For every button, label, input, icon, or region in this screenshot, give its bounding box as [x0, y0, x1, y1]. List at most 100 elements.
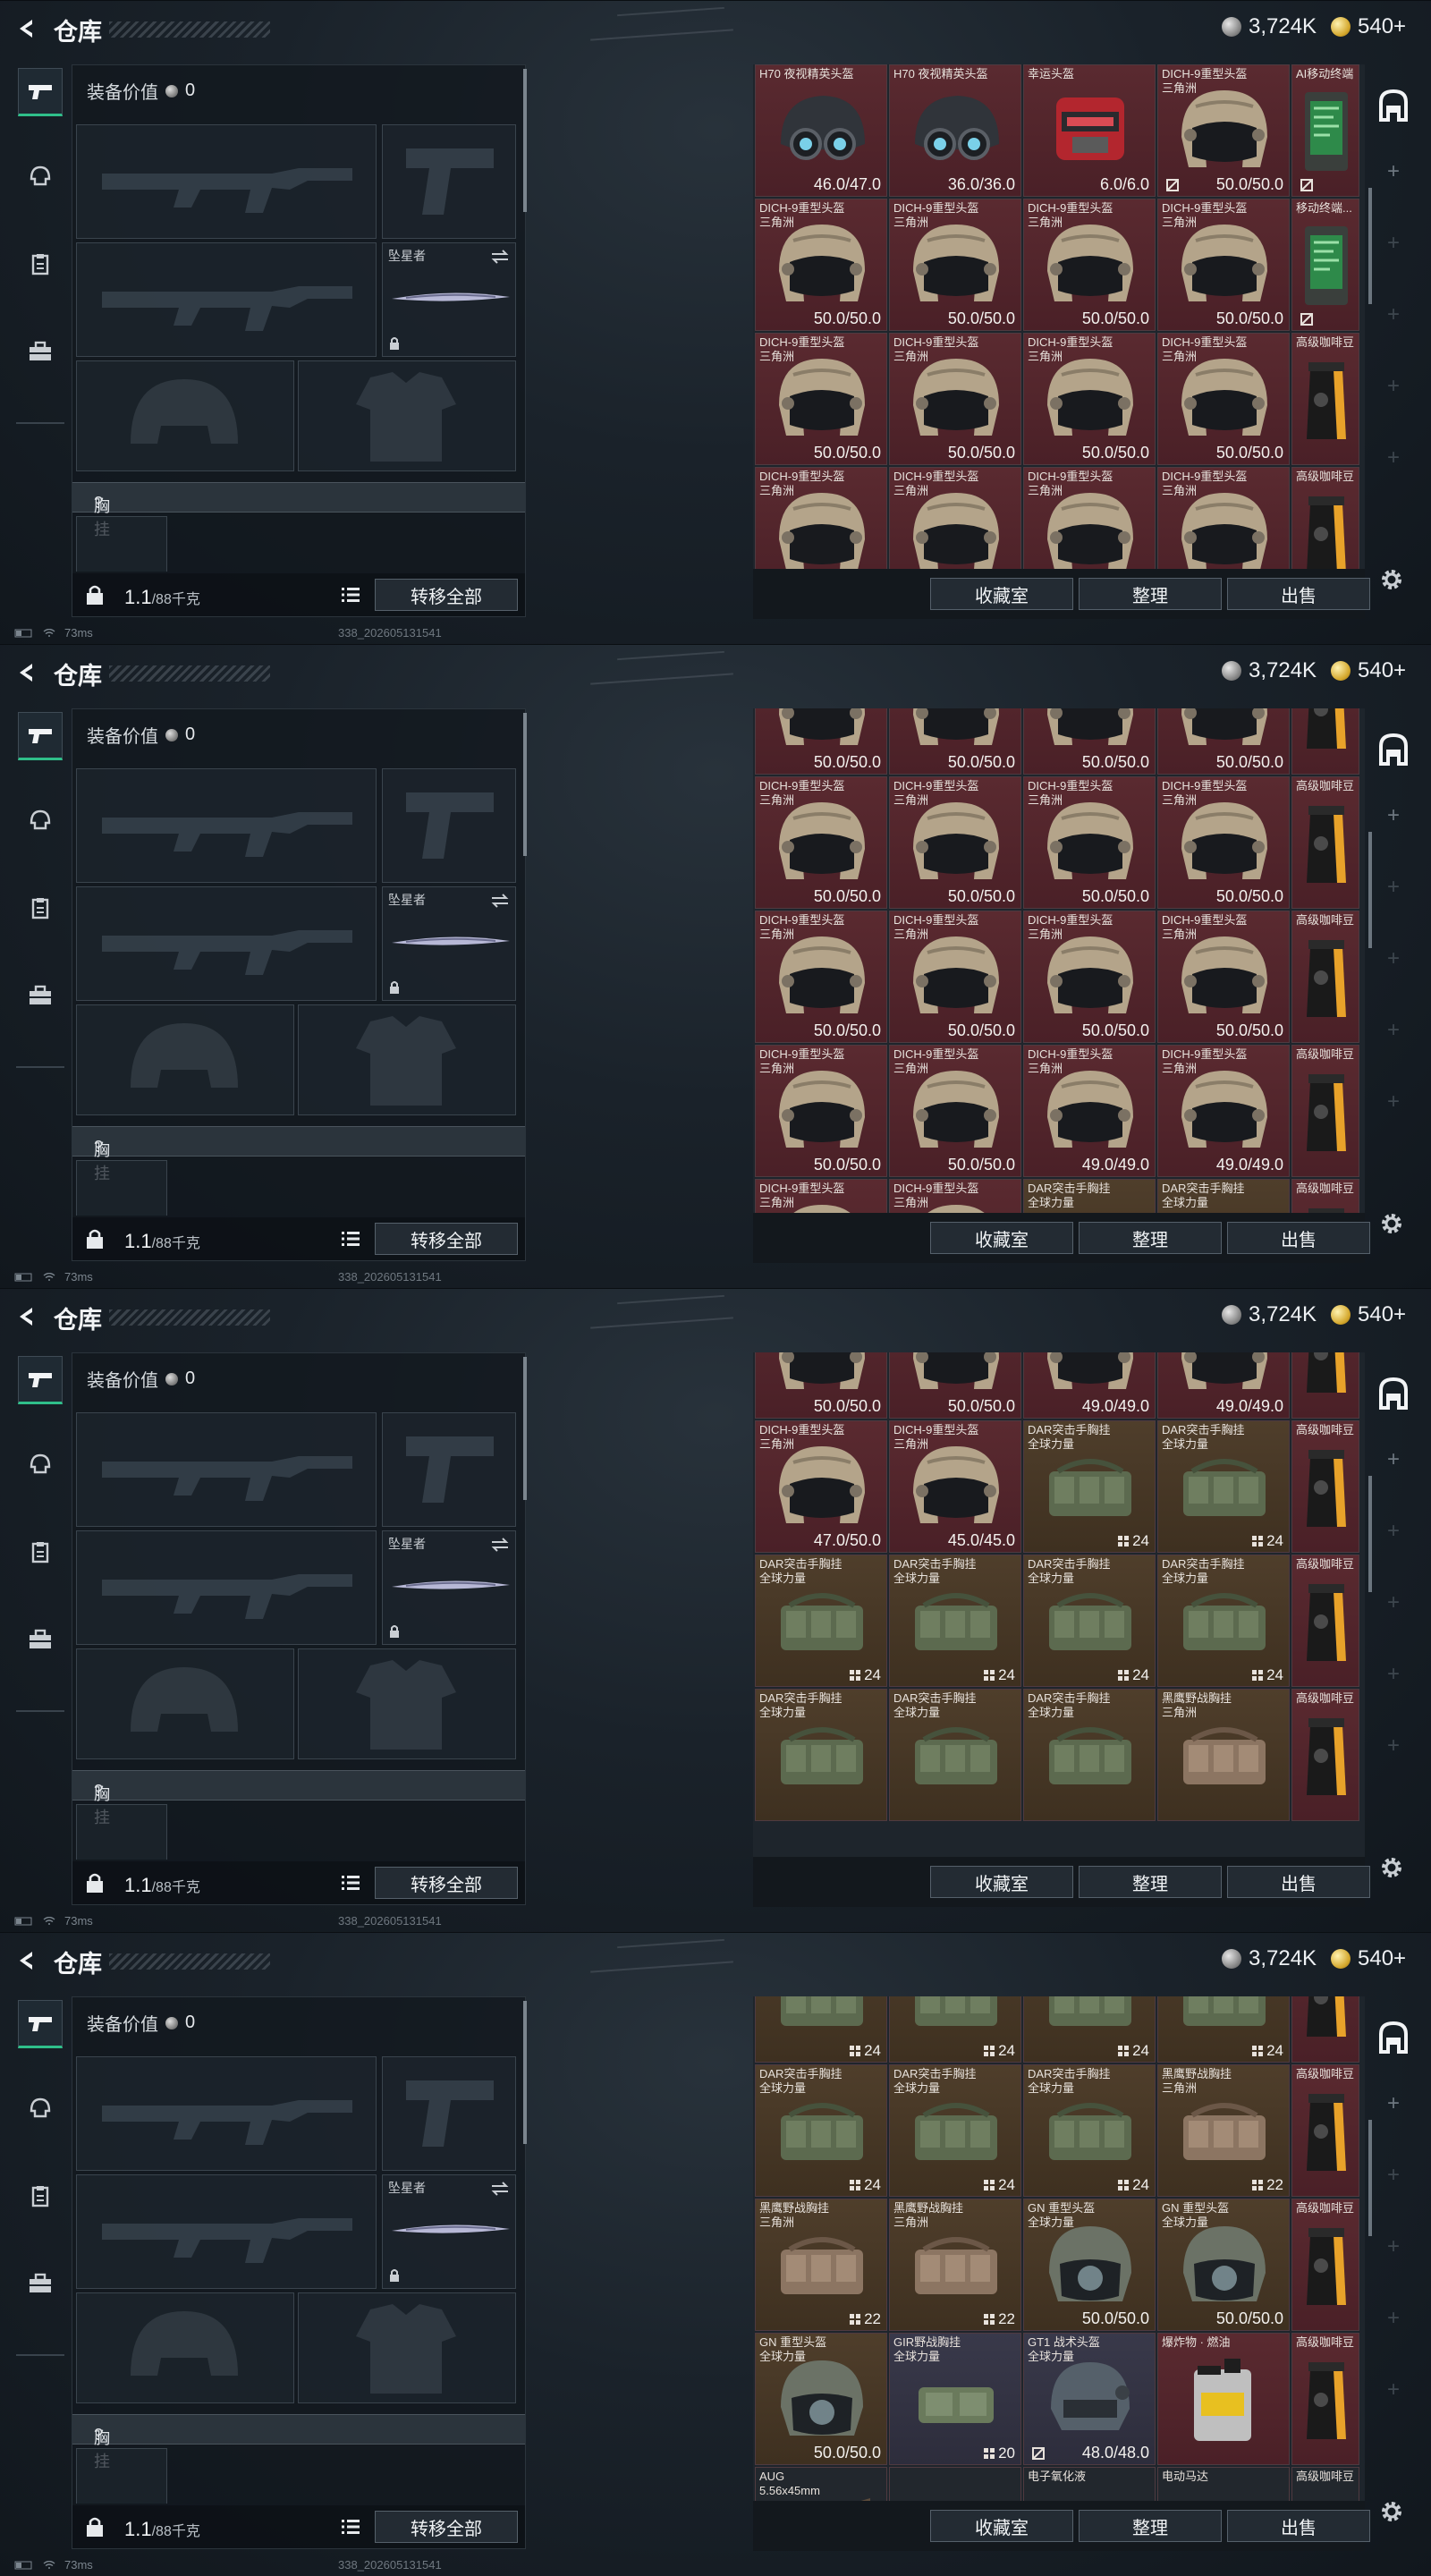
silver-balance[interactable]: 3,724K: [1222, 1302, 1317, 1327]
add-stash-icon[interactable]: +: [1384, 948, 1402, 970]
stash-item[interactable]: 24: [755, 1996, 887, 2063]
stash-item[interactable]: 黑鹰野战胸挂 三角洲 22: [755, 2199, 887, 2331]
melee-slot[interactable]: 坠星者: [382, 1530, 516, 1645]
stash-item[interactable]: 移动终端...: [1291, 199, 1359, 331]
add-stash-icon[interactable]: +: [1384, 805, 1402, 826]
melee-slot[interactable]: 坠星者: [382, 2174, 516, 2289]
helmet-slot[interactable]: [76, 1648, 294, 1759]
add-stash-icon[interactable]: +: [1384, 2308, 1402, 2329]
secondary-weapon-slot[interactable]: [76, 886, 377, 1001]
stash-item[interactable]: 50.0/50.0: [1157, 708, 1290, 775]
stash-item[interactable]: DICH-9重型头盔 三角洲 50.0/50.0: [1023, 333, 1156, 465]
add-stash-icon[interactable]: +: [1384, 1735, 1402, 1757]
stash-item[interactable]: H70 夜视精英头盔 36.0/36.0: [889, 64, 1021, 197]
tab-keys[interactable]: [18, 1615, 63, 1664]
gold-balance[interactable]: 540+: [1331, 14, 1406, 39]
add-stash-icon[interactable]: +: [1384, 1449, 1402, 1470]
stash-item[interactable]: DICH-9重型头盔50.0/50.0: [889, 1352, 1021, 1419]
silver-balance[interactable]: 3,724K: [1222, 658, 1317, 683]
backpack-lock-icon[interactable]: [85, 2516, 105, 2538]
tab-weapons[interactable]: [18, 68, 63, 116]
helmet-slot[interactable]: [76, 2292, 294, 2403]
sell-button[interactable]: 出售: [1227, 1866, 1370, 1898]
settings-gear-icon[interactable]: [1377, 1853, 1406, 1882]
stash-item[interactable]: DAR突击手胸挂 全球力量 24: [1023, 1555, 1156, 1687]
stash-item[interactable]: 电子氧化液: [1023, 2467, 1156, 2503]
stash-item[interactable]: DAR突击手胸挂 全球力量: [1023, 1179, 1156, 1215]
stash-item[interactable]: 高级咖啡豆: [1291, 333, 1359, 465]
stash-home-icon[interactable]: [1376, 1376, 1411, 1411]
rail-scrollbar[interactable]: [1368, 2120, 1372, 2236]
swap-icon[interactable]: [490, 893, 510, 909]
help-icon[interactable]: ?: [94, 494, 103, 513]
secondary-weapon-slot[interactable]: [76, 242, 377, 357]
rail-scrollbar[interactable]: [1368, 1476, 1372, 1592]
stash-item[interactable]: 高级咖啡豆: [1291, 776, 1359, 909]
chest-rig-slot[interactable]: [76, 516, 167, 572]
stash-item[interactable]: 高级咖啡豆: [1291, 2333, 1359, 2465]
stash-home-icon[interactable]: [1376, 732, 1411, 767]
tab-armor[interactable]: [18, 1440, 63, 1488]
add-stash-icon[interactable]: +: [1384, 2236, 1402, 2258]
stash-item[interactable]: 50.0/50.0: [755, 708, 887, 775]
back-arrow-icon[interactable]: [14, 660, 39, 685]
primary-weapon-slot[interactable]: [76, 1412, 377, 1527]
stash-item[interactable]: 高级咖啡豆: [1291, 1555, 1359, 1687]
sell-button[interactable]: 出售: [1227, 1222, 1370, 1254]
add-stash-icon[interactable]: +: [1384, 447, 1402, 469]
chest-rig-slot[interactable]: [76, 1804, 167, 1860]
stash-item[interactable]: GIR野战胸挂 全球力量 20: [889, 2333, 1021, 2465]
armor-slot[interactable]: [298, 1004, 516, 1115]
stash-item[interactable]: DICH-9重型头盔 三角洲 50.0/50.0: [755, 776, 887, 909]
stash-item[interactable]: DAR突击手胸挂 全球力量 24: [1157, 1420, 1290, 1553]
melee-slot[interactable]: 坠星者: [382, 886, 516, 1001]
tab-armor[interactable]: [18, 796, 63, 844]
sort-button[interactable]: 整理: [1079, 1222, 1222, 1254]
stash-item[interactable]: 黑鹰野战胸挂 三角洲 22: [889, 2199, 1021, 2331]
stash-item[interactable]: GN 重型头盔 全球力量 50.0/50.0: [1157, 2199, 1290, 2331]
stash-item[interactable]: 黑鹰野战胸挂 三角洲 22: [1157, 2064, 1290, 2197]
list-icon[interactable]: [341, 1874, 360, 1892]
settings-gear-icon[interactable]: [1377, 1209, 1406, 1238]
stash-item[interactable]: DICH-9重型头盔 三角洲 49.0/49.0: [1157, 1045, 1290, 1177]
transfer-all-button[interactable]: 转移全部: [375, 2511, 518, 2543]
tab-weapons[interactable]: [18, 2000, 63, 2048]
stash-item[interactable]: 高级咖啡豆: [1291, 1045, 1359, 1177]
gold-balance[interactable]: 540+: [1331, 1946, 1406, 1971]
tab-keys[interactable]: [18, 327, 63, 376]
secondary-weapon-slot[interactable]: [76, 2174, 377, 2289]
stash-item[interactable]: DICH-9重型头盔 三角洲 50.0/50.0: [889, 776, 1021, 909]
back-arrow-icon[interactable]: [14, 1304, 39, 1329]
stash-item[interactable]: DICH-9重型头盔 三角洲 49.0/49.0: [1023, 1045, 1156, 1177]
armor-slot[interactable]: [298, 2292, 516, 2403]
swap-icon[interactable]: [490, 1537, 510, 1553]
sort-button[interactable]: 整理: [1079, 2510, 1222, 2542]
transfer-all-button[interactable]: 转移全部: [375, 1867, 518, 1899]
add-stash-icon[interactable]: +: [1384, 1020, 1402, 1041]
stash-item[interactable]: DICH-9重型头盔 三角洲 50.0/50.0: [889, 333, 1021, 465]
add-stash-icon[interactable]: +: [1384, 2093, 1402, 2114]
stash-item[interactable]: DAR突击手胸挂 全球力量 24: [1023, 2064, 1156, 2197]
stash-item[interactable]: 爆炸物 · 燃油: [1157, 2333, 1290, 2465]
stash-item[interactable]: DICH-9重型头盔 三角洲 50.0/50.0: [1023, 776, 1156, 909]
stash-item[interactable]: DICH-9重型头盔50.0/50.0: [755, 1352, 887, 1419]
collection-room-button[interactable]: 收藏室: [930, 1222, 1073, 1254]
help-icon[interactable]: ?: [94, 1782, 103, 1801]
stash-item[interactable]: DICH-9重型头盔 三角洲: [755, 1179, 887, 1215]
stash-item[interactable]: 50.0/50.0: [889, 708, 1021, 775]
stash-home-icon[interactable]: [1376, 88, 1411, 123]
stash-item[interactable]: DICH-9重型头盔 三角洲 50.0/50.0: [755, 199, 887, 331]
stash-item[interactable]: DICH-9重型头盔 三角洲: [1157, 467, 1290, 571]
stash-item[interactable]: 高级咖啡豆: [1291, 2467, 1359, 2503]
stash-item[interactable]: DICH-9重型头盔 三角洲 50.0/50.0: [889, 1045, 1021, 1177]
stash-item[interactable]: DAR突击手胸挂 全球力量: [889, 1689, 1021, 1821]
stash-home-icon[interactable]: [1376, 2020, 1411, 2055]
stash-item[interactable]: DICH-9重型头盔 三角洲 45.0/45.0: [889, 1420, 1021, 1553]
backpack-lock-icon[interactable]: [85, 1228, 105, 1250]
stash-item[interactable]: DAR突击手胸挂 全球力量 24: [1023, 1420, 1156, 1553]
sidearm-slot[interactable]: [382, 2056, 516, 2171]
stash-item[interactable]: DAR突击手胸挂 全球力量 24: [1157, 1555, 1290, 1687]
primary-weapon-slot[interactable]: [76, 124, 377, 239]
stash-item[interactable]: DICH-9重型头盔 三角洲: [889, 1179, 1021, 1215]
list-icon[interactable]: [341, 1230, 360, 1248]
